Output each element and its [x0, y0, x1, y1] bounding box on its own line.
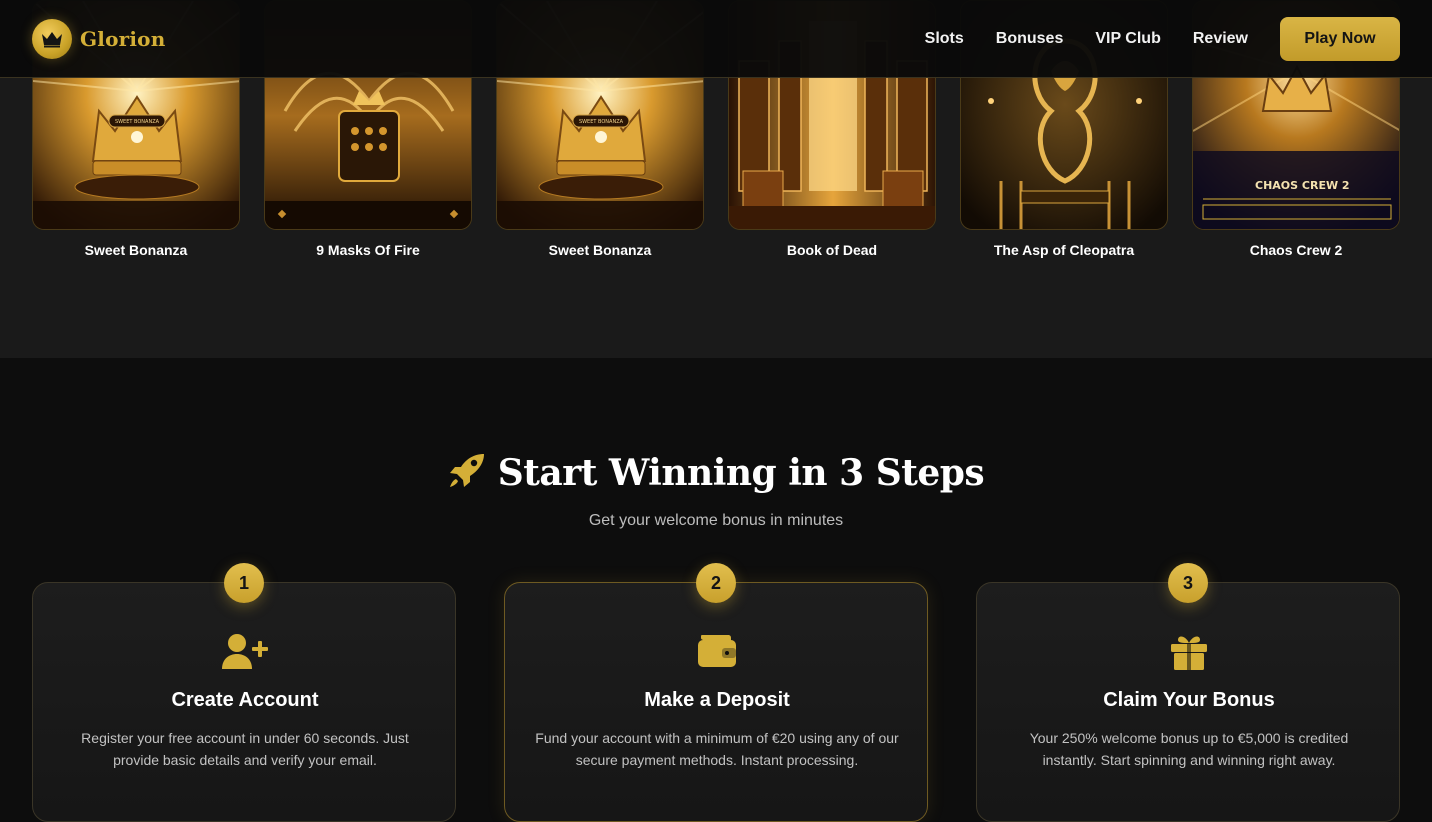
game-art-label: SWEET BONANZA: [115, 119, 160, 125]
game-title[interactable]: Sweet Bonanza: [32, 242, 240, 258]
gift-icon: [977, 633, 1401, 671]
step-card: 3 Claim Your Bonus Your 250% welcome bon…: [976, 563, 1401, 822]
game-title[interactable]: Chaos Crew 2: [1192, 242, 1400, 258]
logo-text: Glorion: [80, 26, 166, 51]
crown-icon: [32, 18, 72, 59]
wallet-icon: [505, 633, 929, 667]
step-description: Fund your account with a minimum of €20 …: [535, 730, 899, 768]
game-title[interactable]: 9 Masks Of Fire: [264, 242, 472, 258]
step-number-badge: 2: [696, 563, 736, 603]
step-card: 1 Create Account Register your free acco…: [32, 563, 457, 822]
section-title: Start Winning in 3 Steps: [497, 452, 985, 494]
nav-link-review[interactable]: Review: [1193, 30, 1248, 48]
game-art-label: SWEET BONANZA: [579, 119, 624, 125]
section-subtitle: Get your welcome bonus in minutes: [588, 512, 844, 529]
user-plus-icon: [33, 633, 457, 671]
step-card: 2 Make a Deposit Fund your account with …: [504, 563, 929, 822]
game-title[interactable]: Sweet Bonanza: [496, 242, 704, 258]
step-title: Claim Your Bonus: [1103, 689, 1275, 711]
step-number-badge: 1: [224, 563, 264, 603]
game-art-label: CHAOS CREW 2: [1255, 179, 1350, 192]
nav-link-vip-club[interactable]: VIP Club: [1095, 30, 1161, 48]
step-title: Make a Deposit: [644, 689, 790, 711]
play-now-button[interactable]: Play Now: [1280, 16, 1400, 61]
game-title[interactable]: The Asp of Cleopatra: [960, 242, 1168, 258]
rocket-icon: [448, 453, 486, 494]
nav-link-slots[interactable]: Slots: [925, 30, 964, 48]
step-description: Register your free account in under 60 s…: [81, 730, 409, 768]
game-title[interactable]: Book of Dead: [728, 242, 936, 258]
steps-section: Start Winning in 3 Steps Get your welcom…: [0, 358, 1432, 822]
step-title: Create Account: [171, 689, 319, 711]
nav-link-bonuses[interactable]: Bonuses: [996, 30, 1064, 48]
site-header: Glorion Slots Bonuses VIP Club Review Pl…: [0, 0, 1432, 78]
logo-link[interactable]: Glorion: [32, 18, 166, 59]
main-nav: Slots Bonuses VIP Club Review: [925, 30, 1248, 48]
step-description: Your 250% welcome bonus up to €5,000 is …: [1029, 730, 1349, 768]
step-number-badge: 3: [1168, 563, 1208, 603]
section-heading: Start Winning in 3 Steps: [0, 452, 1432, 494]
